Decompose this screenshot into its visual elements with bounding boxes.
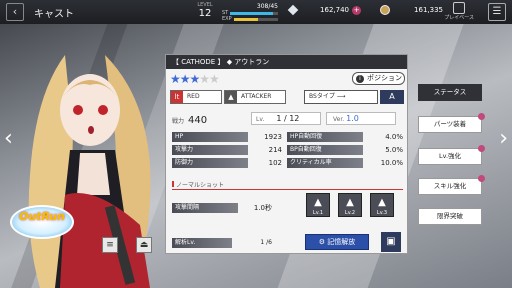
memory-unlock-button[interactable]: ⚙ 記憶解放 [305,234,369,250]
notification-dot [478,175,485,182]
tab-limit-break[interactable]: 限界突破 [418,208,482,225]
info-icon: i [356,75,364,83]
arrow-icon: ⟶ [336,93,346,100]
player-base-button[interactable]: プレイベース [444,2,474,21]
st-bar [230,12,278,15]
folder-button[interactable]: ▣ [381,232,401,252]
notification-dot [478,145,485,152]
bs-type-button[interactable]: BSタイプ ⟶ [304,90,378,104]
red-attribute-icon: lt [171,91,183,103]
position-button[interactable]: i ポジション [352,72,405,85]
add-gems-button[interactable]: + [352,5,361,15]
exp-bar [233,18,278,21]
attack-interval: 攻撃間隔 1.0秒 [172,203,272,213]
eject-icon: ⏏ [139,240,149,250]
tab-status[interactable]: ステータス [418,84,482,101]
role-chip: ▲ ATTACKER [224,90,286,104]
skill-tree-icon: ▲ [314,197,322,208]
tab-skill-up[interactable]: スキル強化 [418,175,485,195]
screen-title: キャスト [34,8,74,20]
level-field: Lv. 1 / 12 [251,112,321,125]
character-portrait [28,55,151,288]
gear-icon: ⚙ [318,238,328,246]
normal-shot-header: ノーマルショット [172,180,403,190]
gem-icon [287,4,299,16]
stamina-exp: 308/45 ST EXP [222,3,278,22]
stat-defense: 防御力 102 [172,158,282,168]
color-chip: lt RED [170,90,222,104]
profile-button[interactable]: ≡ [102,237,118,253]
player-level: LEVEL 12 [197,2,213,19]
stat-bp-regen: BP自動回復 5.0% [287,145,403,155]
attacker-icon: ▲ [225,91,237,103]
rarity-stars: ★★★★★ [170,72,220,86]
character-logo: OutRun [10,205,74,239]
home-icon [453,2,466,14]
stat-hp: HP 1923 [172,132,282,142]
skill-slot-3[interactable]: ▲ Lv.3 [370,193,394,217]
skill-slot-2[interactable]: ▲ Lv.2 [338,193,362,217]
stat-hp-regen: HP自動回復 4.0% [287,132,403,142]
next-character-arrow[interactable]: › [499,128,508,150]
tab-parts[interactable]: パーツ装着 [418,113,485,133]
stat-critical: クリティカル率 10.0% [287,158,403,168]
combat-power: 戦力 440 [172,115,208,126]
skill-tree-icon: ▲ [378,197,386,208]
panel-header: 【 CATHODE 】 ◆ アウトラン [166,55,407,69]
back-button[interactable]: ‹ [6,3,24,21]
status-panel: 【 CATHODE 】 ◆ アウトラン ★★★★★ i ポジション lt RED ▲… [165,54,408,254]
coin-counter: 161,335 [380,5,443,15]
analysis-level: 解析Lv. 1 /6 [172,238,272,248]
document-icon: ≡ [106,240,114,250]
top-bar: ‹ キャスト LEVEL 12 308/45 ST EXP 162,740 + … [0,0,512,24]
tab-level-up[interactable]: Lv.強化 [418,145,485,165]
skill-slot-1[interactable]: ▲ Lv.1 [306,193,330,217]
coin-icon [380,5,390,15]
folder-icon: ▣ [386,236,396,247]
bs-type-icon: A [380,90,404,104]
skill-tree-icon: ▲ [346,197,354,208]
gem-counter: 162,740 + [287,4,361,16]
menu-button[interactable]: ☰ [488,3,506,21]
version-field: Ver. 1.0 [326,112,396,125]
eject-button[interactable]: ⏏ [136,237,152,253]
stat-attack: 攻撃力 214 [172,145,282,155]
character-name: ◆ アウトラン [226,58,270,66]
notification-dot [478,113,485,120]
prev-character-arrow[interactable]: ‹ [4,128,13,150]
